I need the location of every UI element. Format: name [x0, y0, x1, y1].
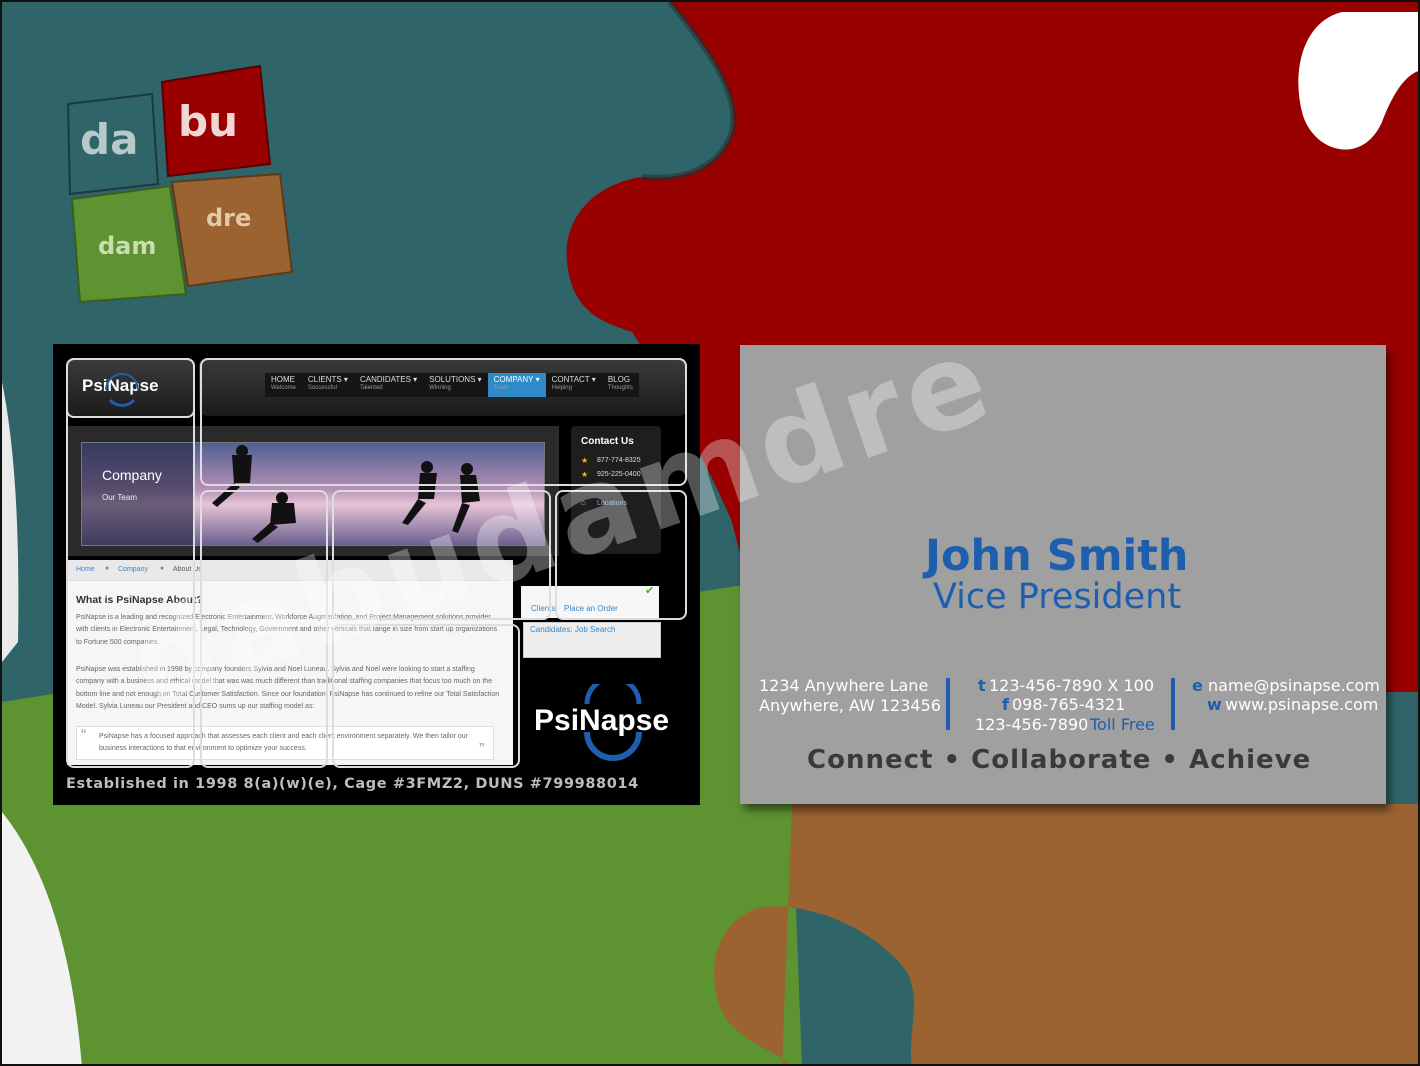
card-divider [946, 678, 950, 730]
candidates-link[interactable]: Candidates: Job Search [530, 625, 615, 634]
psinapse-logo: PsiNapse [531, 684, 691, 764]
card-tollfree-number[interactable]: 123-456-7890 [975, 715, 1088, 734]
web-label: w [1207, 695, 1222, 714]
address-line-2: Anywhere, AW 123456 [759, 696, 941, 715]
logo-piece-dam: dam [98, 232, 156, 260]
card-fax: 098-765-4321 [1012, 695, 1126, 714]
footer-text: Established in 1998 8(a)(w)(e), Cage #3F… [66, 776, 639, 792]
dabudamdre-logo: da bu dam dre [66, 64, 294, 304]
phone-label: t [978, 676, 986, 695]
logo-piece-da: da [80, 115, 138, 164]
card-title: Vice President [933, 577, 1182, 617]
logo-piece-bu: bu [178, 97, 238, 146]
card-divider [1171, 678, 1175, 730]
design-canvas: da bu dam dre PsiNapse HOME Welcome CLIEN… [0, 0, 1420, 1066]
candidates-box: Candidates: Job Search [523, 622, 661, 658]
address-line-1: 1234 Anywhere Lane [759, 676, 929, 695]
logo-piece-dre: dre [206, 204, 251, 232]
logo-wordmark: PsiNapse [534, 704, 670, 737]
card-phone[interactable]: 123-456-7890 X 100 [989, 676, 1154, 695]
card-email[interactable]: name@psinapse.com [1208, 676, 1380, 695]
card-tollfree-label: Toll Free [1090, 715, 1155, 734]
card-name: John Smith [925, 531, 1189, 581]
card-website[interactable]: www.psinapse.com [1225, 695, 1378, 714]
email-label: e [1192, 676, 1203, 695]
fax-label: f [1002, 695, 1009, 714]
card-tagline: Connect • Collaborate • Achieve [807, 745, 1312, 775]
